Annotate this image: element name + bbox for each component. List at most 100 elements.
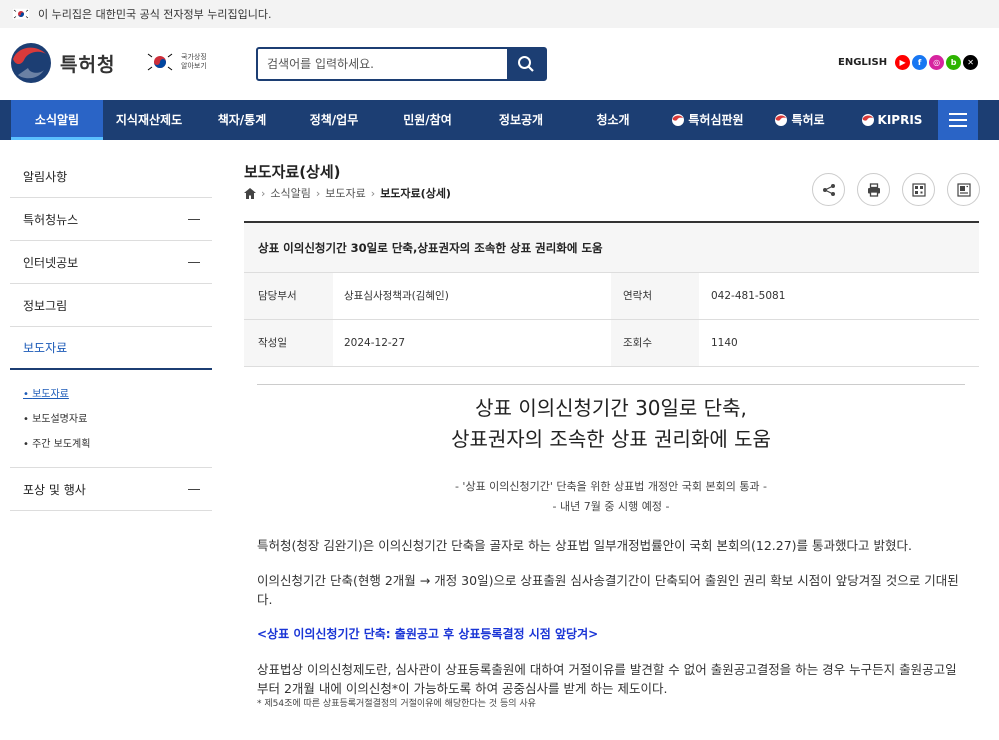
- press-info-table: 상표 이의신청기간 30일로 단축,상표권자의 조속한 상표 권리화에 도움 담…: [244, 221, 979, 367]
- sidebar-item-label: 포상 및 행사: [23, 482, 86, 497]
- kipo-logo-icon: [11, 43, 51, 83]
- article-subtitle-line: - '상표 이의신청기간' 단축을 위한 상표법 개정안 국회 본회의 통과 -: [454, 480, 768, 493]
- dept-label: 담당부서: [244, 273, 333, 319]
- sidebar-subitem-press-release[interactable]: • 보도자료: [23, 382, 212, 407]
- sidebar-item-notices[interactable]: 알림사항: [10, 155, 212, 198]
- nav-about[interactable]: 청소개: [567, 100, 659, 140]
- sidebar-item-label: 특허청뉴스: [23, 212, 79, 227]
- kipo-logo[interactable]: 특허청: [10, 42, 115, 84]
- breadcrumb-item[interactable]: 보도자료: [325, 185, 365, 201]
- article-paragraph: 상표법상 이의신청제도란, 심사관이 상표등록출원에 대하여 거절이유를 발견할…: [257, 662, 957, 696]
- nav-kipris-label: KIPRIS: [877, 113, 923, 127]
- national-symbol-label: 국가상징 알아보기: [181, 53, 207, 70]
- sidebar-item-kipo-news[interactable]: 특허청뉴스: [10, 198, 212, 241]
- date-value: 2024-12-27: [344, 337, 406, 349]
- date-label: 작성일: [244, 320, 333, 366]
- header-right: ENGLISH ▶ f ◎ b ✕: [838, 55, 979, 70]
- kipo-emblem-icon: [672, 114, 685, 126]
- search-icon: [518, 56, 534, 72]
- breadcrumb-separator: ›: [315, 186, 321, 200]
- sidebar: 알림사항 특허청뉴스 인터넷공보 정보그림 보도자료 • 보도자료 • 보도설명…: [10, 155, 212, 511]
- sidebar-item-label: 정보그림: [23, 298, 68, 313]
- blog-icon[interactable]: b: [946, 55, 962, 70]
- national-symbol-link[interactable]: 국가상징 알아보기: [145, 50, 213, 74]
- article-footnote: * 제54조에 따른 상표등록거절결정의 거절이유에 해당한다는 것 등의 사유: [257, 699, 536, 709]
- views-label: 조회수: [611, 320, 699, 366]
- nav-kipris[interactable]: KIPRIS: [846, 100, 938, 140]
- breadcrumb-separator: ›: [261, 186, 266, 200]
- print-button[interactable]: [857, 173, 890, 206]
- print-icon: [867, 182, 880, 197]
- expand-icon: [188, 261, 200, 263]
- search-box: [256, 47, 547, 81]
- breadcrumb-current: 보도자료(상세): [380, 187, 451, 200]
- qr-code-button[interactable]: [902, 173, 935, 206]
- logo-text: 특허청: [60, 53, 116, 76]
- article-title-line: 상표 이의신청기간 30일로 단축,: [475, 396, 747, 420]
- table-row: 작성일 2024-12-27 조회수 1140: [244, 320, 979, 367]
- views-value: 1140: [711, 337, 738, 349]
- kipo-emblem-icon: [775, 114, 788, 126]
- nav-patentro-label: 특허로: [791, 113, 825, 127]
- facebook-icon[interactable]: f: [912, 55, 928, 70]
- article-title: 상표 이의신청기간 30일로 단축, 상표권자의 조속한 상표 권리화에 도움: [257, 393, 965, 455]
- breadcrumb-separator: ›: [370, 186, 376, 200]
- article-body: 상표 이의신청기간 30일로 단축, 상표권자의 조속한 상표 권리화에 도움 …: [257, 384, 965, 711]
- all-menu-button[interactable]: [938, 100, 978, 140]
- page-title: 보도자료(상세): [244, 163, 341, 181]
- taegeukgi-icon: [145, 50, 175, 74]
- gov-banner: 이 누리집은 대한민국 공식 전자정부 누리집입니다.: [0, 0, 999, 28]
- english-link[interactable]: ENGLISH: [838, 57, 887, 68]
- sidebar-item-internet-gazette[interactable]: 인터넷공보: [10, 241, 212, 284]
- main-nav: 소식알림 지식재산제도 책자/통계 정책/업무 민원/참여 정보공개 청소개 특…: [0, 100, 999, 140]
- article-paragraph: 이의신청기간 단축(현행 2개월 → 개정 30일)으로 상표출원 심사송결기간…: [257, 573, 959, 607]
- nav-disclosure[interactable]: 정보공개: [475, 100, 567, 140]
- search-input[interactable]: [258, 49, 507, 79]
- sidebar-submenu: • 보도자료 • 보도설명자료 • 주간 보도계획: [10, 370, 212, 468]
- sidebar-item-label: 알림사항: [23, 169, 68, 184]
- home-icon[interactable]: [244, 187, 256, 199]
- breadcrumb-item[interactable]: 소식알림: [270, 185, 310, 201]
- article-title-line: 상표권자의 조속한 상표 권리화에 도움: [451, 427, 771, 451]
- gov-banner-text[interactable]: 이 누리집은 대한민국 공식 전자정부 누리집입니다.: [38, 6, 272, 22]
- sidebar-subitem-label: 주간 보도계획: [32, 439, 91, 450]
- document-view-button[interactable]: [947, 173, 980, 206]
- article-section-heading: <상표 이의신청기간 단축: 출원공고 후 상표등록결정 시점 앞당겨>: [257, 627, 599, 641]
- share-button[interactable]: [812, 173, 845, 206]
- kipo-emblem-icon: [861, 114, 874, 126]
- sidebar-item-awards-events[interactable]: 포상 및 행사: [10, 468, 212, 511]
- nav-ip-system[interactable]: 지식재산제도: [103, 100, 195, 140]
- page-tools: [812, 173, 980, 206]
- expand-icon: [188, 488, 200, 490]
- article-subtitle: - '상표 이의신청기간' 단축을 위한 상표법 개정안 국회 본회의 통과 -…: [257, 477, 965, 517]
- nav-news[interactable]: 소식알림: [11, 100, 103, 140]
- qr-code-icon: [911, 182, 926, 197]
- breadcrumb: › 소식알림 › 보도자료 › 보도자료(상세): [244, 185, 451, 201]
- x-icon[interactable]: ✕: [963, 55, 979, 70]
- sidebar-subitem-press-explanation[interactable]: • 보도설명자료: [23, 407, 212, 432]
- instagram-icon[interactable]: ◎: [929, 55, 945, 70]
- youtube-icon[interactable]: ▶: [895, 55, 911, 70]
- nav-tribunal-label: 특허심판원: [688, 113, 744, 127]
- site-header: 특허청 국가상징 알아보기 ENGLISH ▶ f ◎ b ✕: [0, 28, 999, 100]
- nav-tribunal[interactable]: 특허심판원: [662, 100, 754, 140]
- search-button[interactable]: [507, 49, 545, 79]
- sidebar-subitem-label: 보도설명자료: [32, 414, 88, 425]
- press-heading: 상표 이의신청기간 30일로 단축,상표권자의 조속한 상표 권리화에 도움: [244, 223, 979, 273]
- nav-patentro[interactable]: 특허로: [754, 100, 846, 140]
- contact-label: 연락처: [611, 273, 699, 319]
- korea-flag-icon: [12, 8, 30, 20]
- expand-icon: [188, 218, 200, 220]
- contact-value: 042-481-5081: [711, 290, 786, 302]
- sidebar-item-label: 인터넷공보: [23, 255, 79, 270]
- nav-publications[interactable]: 책자/통계: [196, 100, 288, 140]
- nav-policy[interactable]: 정책/업무: [288, 100, 380, 140]
- sidebar-subitem-weekly-plan[interactable]: • 주간 보도계획: [23, 432, 212, 457]
- table-row: 담당부서 상표심사정책과(김혜인) 연락처 042-481-5081: [244, 273, 979, 320]
- dept-value: 상표심사정책과(김혜인): [344, 290, 449, 302]
- nav-civil[interactable]: 민원/참여: [380, 100, 475, 140]
- sidebar-item-infographics[interactable]: 정보그림: [10, 284, 212, 327]
- document-icon: [956, 182, 971, 197]
- sidebar-subitem-label: 보도자료: [32, 389, 69, 400]
- sidebar-item-press[interactable]: 보도자료: [10, 327, 212, 370]
